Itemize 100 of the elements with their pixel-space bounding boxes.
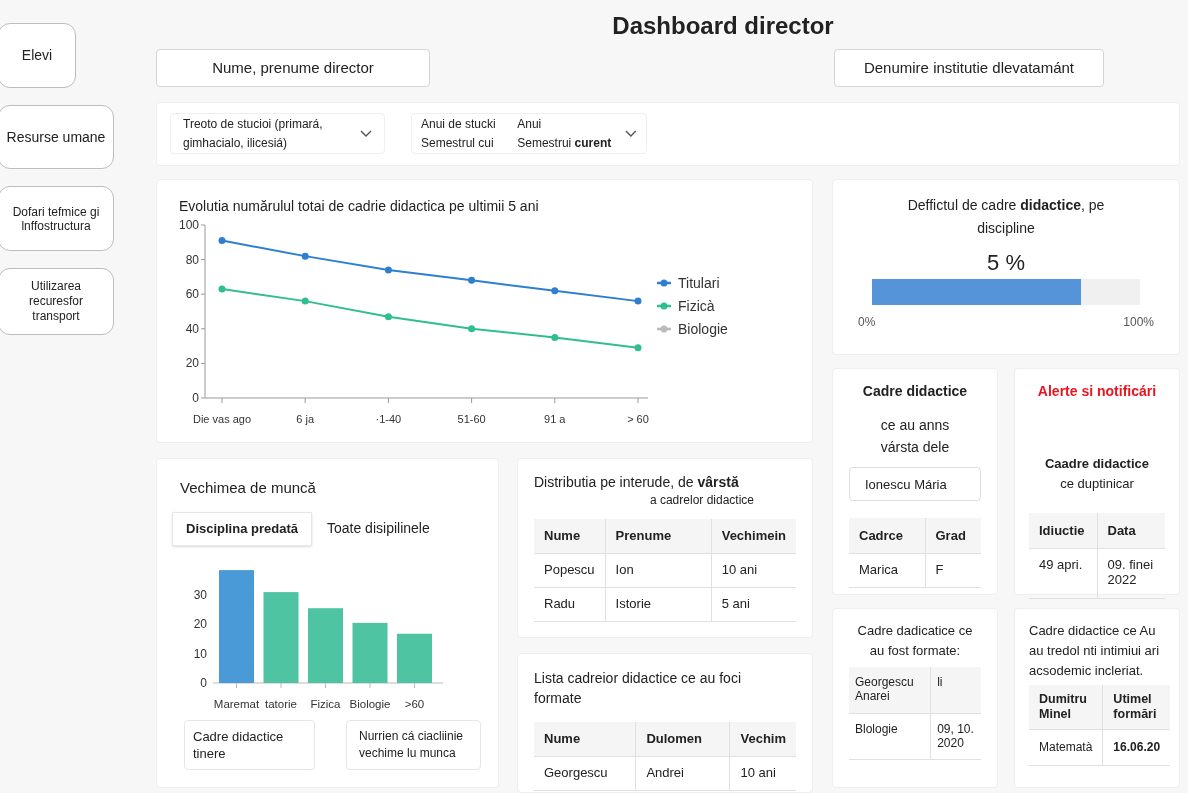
table-cell: Blologie	[849, 713, 931, 759]
column-header: Data	[1097, 513, 1165, 548]
axis-label: Maremat	[213, 697, 260, 710]
table-cell: 16.06.20	[1102, 729, 1171, 765]
axis-label: 6 ja	[296, 413, 315, 425]
dropdown-value: Anui	[517, 115, 543, 133]
card-title: Cadre dadicatice ce au fost formate:	[856, 622, 974, 660]
axis-label: 60	[185, 287, 199, 302]
column-header: Vechimein	[711, 519, 796, 553]
table-cell: 10 ani	[711, 553, 796, 587]
chevron-down-icon	[625, 129, 637, 138]
table-cell: Marica	[849, 553, 925, 587]
card-title: Distributia pe interude, de vârstă	[534, 473, 740, 491]
card-subtitle: ce au anns vársta dele	[879, 416, 951, 457]
scale-label: 100%	[1123, 314, 1154, 331]
dropdown-label: Semestrul cui	[421, 134, 495, 152]
axis-label: ·1-40	[375, 413, 402, 425]
table-cell: 09. finei 2022	[1097, 548, 1165, 598]
axis-label: 80	[185, 252, 199, 267]
info-box: Nurrien cá ciacliinie vechime lu munca	[346, 719, 481, 770]
card-title: Cadre didactice	[861, 382, 969, 401]
column-header: Nume	[534, 519, 606, 553]
axis-label: 100	[178, 218, 199, 232]
axis-label: 40	[185, 321, 199, 336]
column-header: Nume	[534, 722, 636, 756]
institution-name-field[interactable]: Denumire institutie dlevatamánt	[834, 49, 1104, 87]
data-point	[634, 297, 642, 305]
data-point	[468, 276, 476, 284]
data-point	[551, 287, 559, 295]
column-header: Cadrce	[849, 518, 925, 553]
legend-label: Titulari	[678, 275, 720, 291]
legend-marker	[657, 279, 671, 287]
card-title: Vechimea de muncă	[180, 478, 317, 498]
dropdown[interactable]: Treoto de stucioi (primará, gimhacialo, ilicesiá)	[170, 113, 385, 155]
table-cell: F	[925, 553, 981, 587]
dropdown-value: Semestrui curent	[517, 134, 613, 152]
column-header: Idiuctie	[1029, 513, 1097, 548]
table-cell: Matematà	[1029, 729, 1103, 765]
data-point	[468, 325, 476, 333]
table-cell: Andrei	[635, 756, 730, 790]
bar	[397, 633, 432, 683]
data-point	[384, 266, 392, 274]
card-title: Lista cadreior didactice ce au foci formate	[534, 669, 742, 708]
column-header: Dumitru Minel	[1029, 685, 1103, 729]
data-point	[634, 344, 642, 352]
dropdown-label: Anui de stucki	[421, 115, 497, 133]
tab[interactable]: Toate disipilinele	[312, 511, 445, 546]
axis-label: 20	[185, 356, 199, 371]
column-header: Dulomen	[635, 722, 730, 756]
sidebar-item[interactable]: Utilizarea recuresfor transport	[0, 268, 114, 335]
dropdown[interactable]: Anui de stucki Semestrul cui Anui Semestrui curent	[411, 113, 647, 155]
card-subtitle: a cadrelor didactice	[648, 492, 755, 509]
percentage-value: 5 %	[987, 250, 1025, 276]
chart-title: Evolutia numărulul totai de cadrie didactica pe ultimii 5 ani	[179, 197, 539, 216]
axis-label: 10	[193, 646, 207, 661]
legend-label: Fizicà	[678, 298, 715, 314]
column-header: Vechim	[729, 722, 796, 756]
info-box: Cadre didactice tinere	[184, 719, 315, 770]
table-cell: Istorie	[605, 587, 712, 621]
axis-label: tatorie	[265, 697, 297, 710]
table-cell: 10 ani	[729, 756, 796, 790]
axis-label: 20	[193, 616, 207, 631]
axis-label: Biologie	[349, 697, 391, 710]
legend-marker	[657, 302, 671, 310]
card-subtitle: Caadre didactice	[1043, 455, 1150, 473]
axis-label: 0	[192, 391, 199, 405]
alert-title: Alerte si notificári	[1036, 382, 1158, 401]
table-cell: 09, 10. 2020	[930, 713, 981, 759]
column-header: Prenume	[605, 519, 712, 553]
axis-label: 51-60	[457, 413, 486, 425]
table-cell: li	[930, 667, 981, 713]
dashboard-title: Dashboard director	[612, 11, 834, 41]
data-point	[384, 313, 392, 321]
axis-label: 91 a	[544, 413, 566, 425]
scale-label: 0%	[858, 314, 876, 331]
column-header: Grad	[925, 518, 981, 553]
data-point	[551, 333, 559, 341]
tab[interactable]: Disciplina predată	[172, 511, 312, 546]
bar	[352, 622, 388, 683]
card-title: Deffictul de cadre didactice, pe discipline	[906, 196, 1106, 238]
table-cell: Georgescu Anarei	[849, 667, 931, 713]
axis-label: Die vas ago	[192, 413, 252, 425]
director-name-field[interactable]: Nume, prenume director	[156, 49, 430, 87]
sidebar-item[interactable]: Elevi	[0, 23, 76, 88]
sidebar-item[interactable]: Resurse umane	[0, 105, 114, 169]
axis-label: 0	[200, 675, 207, 690]
table-cell: Ion	[605, 553, 712, 587]
axis-label: Fizica	[310, 697, 341, 710]
legend-label: Biologie	[678, 321, 728, 337]
sidebar-item[interactable]: Dofari tefmice gi lnffostructura	[0, 186, 114, 251]
table-cell: Radu	[534, 587, 606, 621]
card-subtitle: ce duptinicar	[1059, 474, 1135, 493]
card-title: Cadre didactice ce Au au tredol nti intimiui ari acsodemic incleriat.	[1029, 622, 1161, 680]
chevron-down-icon	[360, 129, 372, 138]
axis-label: >60	[404, 697, 425, 710]
data-point	[301, 297, 309, 305]
legend-marker	[657, 325, 671, 333]
column-header: Utimel formări	[1102, 685, 1171, 729]
axis-label: 30	[193, 587, 207, 602]
search-field[interactable]: Ionescu Mária	[849, 467, 981, 501]
